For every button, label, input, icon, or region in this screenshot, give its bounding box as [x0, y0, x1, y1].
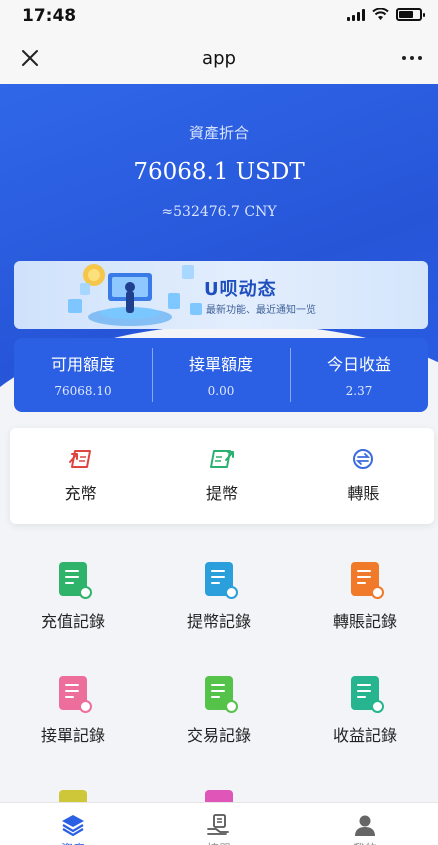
- tab-label: 我的: [292, 840, 438, 845]
- stat-label: 可用額度: [50, 355, 115, 374]
- grid-label: 轉賬記錄: [332, 612, 397, 631]
- transfer-button[interactable]: 轉賬: [293, 428, 434, 524]
- more-icon[interactable]: [402, 56, 422, 60]
- trade-record-icon: [205, 676, 238, 713]
- grid-label: 充值記錄: [40, 612, 105, 631]
- withdraw-label: 提幣: [205, 484, 238, 503]
- layers-icon: [62, 815, 84, 837]
- asset-total: 76068.1 USDT: [133, 159, 305, 185]
- tab-orders[interactable]: 接單: [146, 803, 292, 845]
- stat-value: 2.37: [345, 384, 373, 398]
- deposit-icon: [68, 450, 91, 468]
- signal-icon: [347, 8, 365, 21]
- transfer-label: 轉賬: [347, 484, 380, 503]
- news-banner[interactable]: U呗动态 最新功能、最近通知一览: [14, 261, 428, 329]
- asset-label: 資產折合: [188, 124, 249, 142]
- tab-label: 資產: [0, 840, 146, 845]
- transfer-icon: [353, 449, 374, 469]
- deposit-record-icon: [59, 562, 92, 599]
- stat-value: 0.00: [207, 384, 235, 398]
- wifi-icon: [372, 8, 389, 20]
- withdraw-record-icon: [205, 562, 238, 599]
- hand-icon: [207, 814, 229, 835]
- banner-subtitle: 最新功能、最近通知一览: [206, 305, 316, 316]
- withdraw-icon: [209, 450, 234, 468]
- tab-profile[interactable]: 我的: [292, 803, 438, 845]
- quick-actions: 充幣 提幣 轉賬: [10, 428, 434, 524]
- income-record-button[interactable]: 收益記錄: [292, 662, 438, 776]
- deposit-button[interactable]: 充幣: [10, 428, 151, 524]
- quota-stats: 可用額度 76068.10 接單額度 0.00 今日收益 2.37: [14, 338, 428, 412]
- grid-label: 交易記錄: [186, 726, 251, 745]
- transfer-record-icon: [351, 562, 384, 599]
- user-icon: [355, 815, 375, 836]
- transfer-record-button[interactable]: 轉賬記錄: [292, 548, 438, 662]
- record-button-8[interactable]: [146, 776, 292, 802]
- status-bar: 17:48: [0, 0, 438, 32]
- deposit-record-button[interactable]: 充值記錄: [0, 548, 146, 662]
- stat-label: 今日收益: [326, 355, 391, 374]
- available-quota: 可用額度 76068.10: [14, 338, 152, 412]
- order-record-button[interactable]: 接單記錄: [0, 662, 146, 776]
- order-quota: 接單額度 0.00: [152, 338, 290, 412]
- tab-label: 接單: [146, 840, 292, 845]
- deposit-label: 充幣: [64, 484, 97, 503]
- grid-empty-cell: [292, 776, 438, 802]
- banner-title: U呗动态: [204, 279, 277, 300]
- record-icon: [59, 790, 87, 802]
- trade-record-button[interactable]: 交易記錄: [146, 662, 292, 776]
- banner-illustration: [68, 264, 202, 326]
- page-title: app: [202, 48, 236, 69]
- tab-bar: 資產 接單 我的: [0, 802, 438, 845]
- today-income: 今日收益 2.37: [290, 338, 428, 412]
- records-grid: 充值記錄 提幣記錄 轉賬記錄 接單記錄 交易記錄 收益記錄: [0, 548, 438, 802]
- grid-label: 接單記錄: [40, 726, 105, 745]
- grid-label: 提幣記錄: [186, 612, 251, 631]
- status-time: 17:48: [22, 6, 77, 26]
- record-button-7[interactable]: [0, 776, 146, 802]
- record-icon: [205, 790, 233, 802]
- withdraw-button[interactable]: 提幣: [151, 428, 292, 524]
- status-icons: [347, 8, 425, 21]
- asset-cny-value: ≈532476.7 CNY: [161, 204, 277, 220]
- nav-bar: app: [0, 32, 438, 84]
- order-record-icon: [59, 676, 92, 713]
- grid-label: 收益記錄: [332, 726, 397, 745]
- income-record-icon: [351, 676, 384, 713]
- tab-assets[interactable]: 資產: [0, 803, 146, 845]
- withdraw-record-button[interactable]: 提幣記錄: [146, 548, 292, 662]
- stat-value: 76068.10: [54, 384, 112, 398]
- battery-icon: [396, 8, 425, 21]
- stat-label: 接單額度: [188, 355, 253, 374]
